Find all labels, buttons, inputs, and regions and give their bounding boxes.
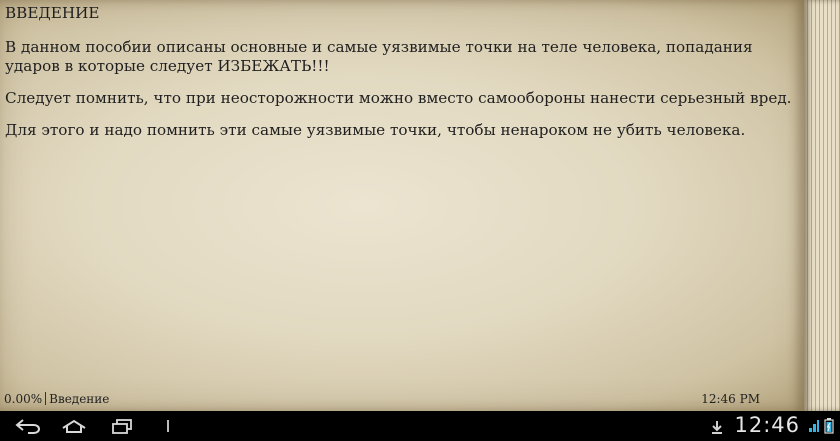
menu-button[interactable] xyxy=(158,415,178,437)
page-content: ВВЕДЕНИЕ В данном пособии описаны основн… xyxy=(5,4,800,153)
separator xyxy=(45,392,47,405)
reader-view[interactable]: ВВЕДЕНИЕ В данном пособии описаны основн… xyxy=(0,0,840,411)
menu-icon xyxy=(167,420,169,432)
back-button[interactable] xyxy=(8,415,48,437)
book-page[interactable]: ВВЕДЕНИЕ В данном пособии описаны основн… xyxy=(0,0,804,411)
reader-status-line: 0.00% Введение 12:46 PM xyxy=(4,391,764,407)
status-icons[interactable] xyxy=(808,418,834,434)
reading-progress: 0.00% Введение xyxy=(4,392,110,406)
back-icon xyxy=(15,419,40,434)
wifi-icon xyxy=(809,420,819,432)
paragraph: Следует помнить, что при неосторожности … xyxy=(5,89,792,107)
page-stack-edge xyxy=(804,0,840,411)
paragraph: В данном пособии описаны основные и самы… xyxy=(5,38,753,75)
recent-apps-icon xyxy=(112,419,132,434)
chapter-heading: ВВЕДЕНИЕ xyxy=(5,4,100,22)
download-icon xyxy=(712,421,722,434)
notification-download[interactable] xyxy=(710,419,724,438)
system-navigation-bar: 12:46 xyxy=(0,411,840,441)
home-button[interactable] xyxy=(54,415,94,437)
home-icon xyxy=(62,419,86,433)
battery-icon xyxy=(824,418,834,434)
current-chapter: Введение xyxy=(49,392,110,406)
recent-apps-button[interactable] xyxy=(103,415,143,437)
reader-clock: 12:46 PM xyxy=(701,392,760,406)
paragraph: Для этого и надо помнить эти самые уязви… xyxy=(5,121,746,139)
system-clock[interactable]: 12:46 xyxy=(734,413,800,437)
